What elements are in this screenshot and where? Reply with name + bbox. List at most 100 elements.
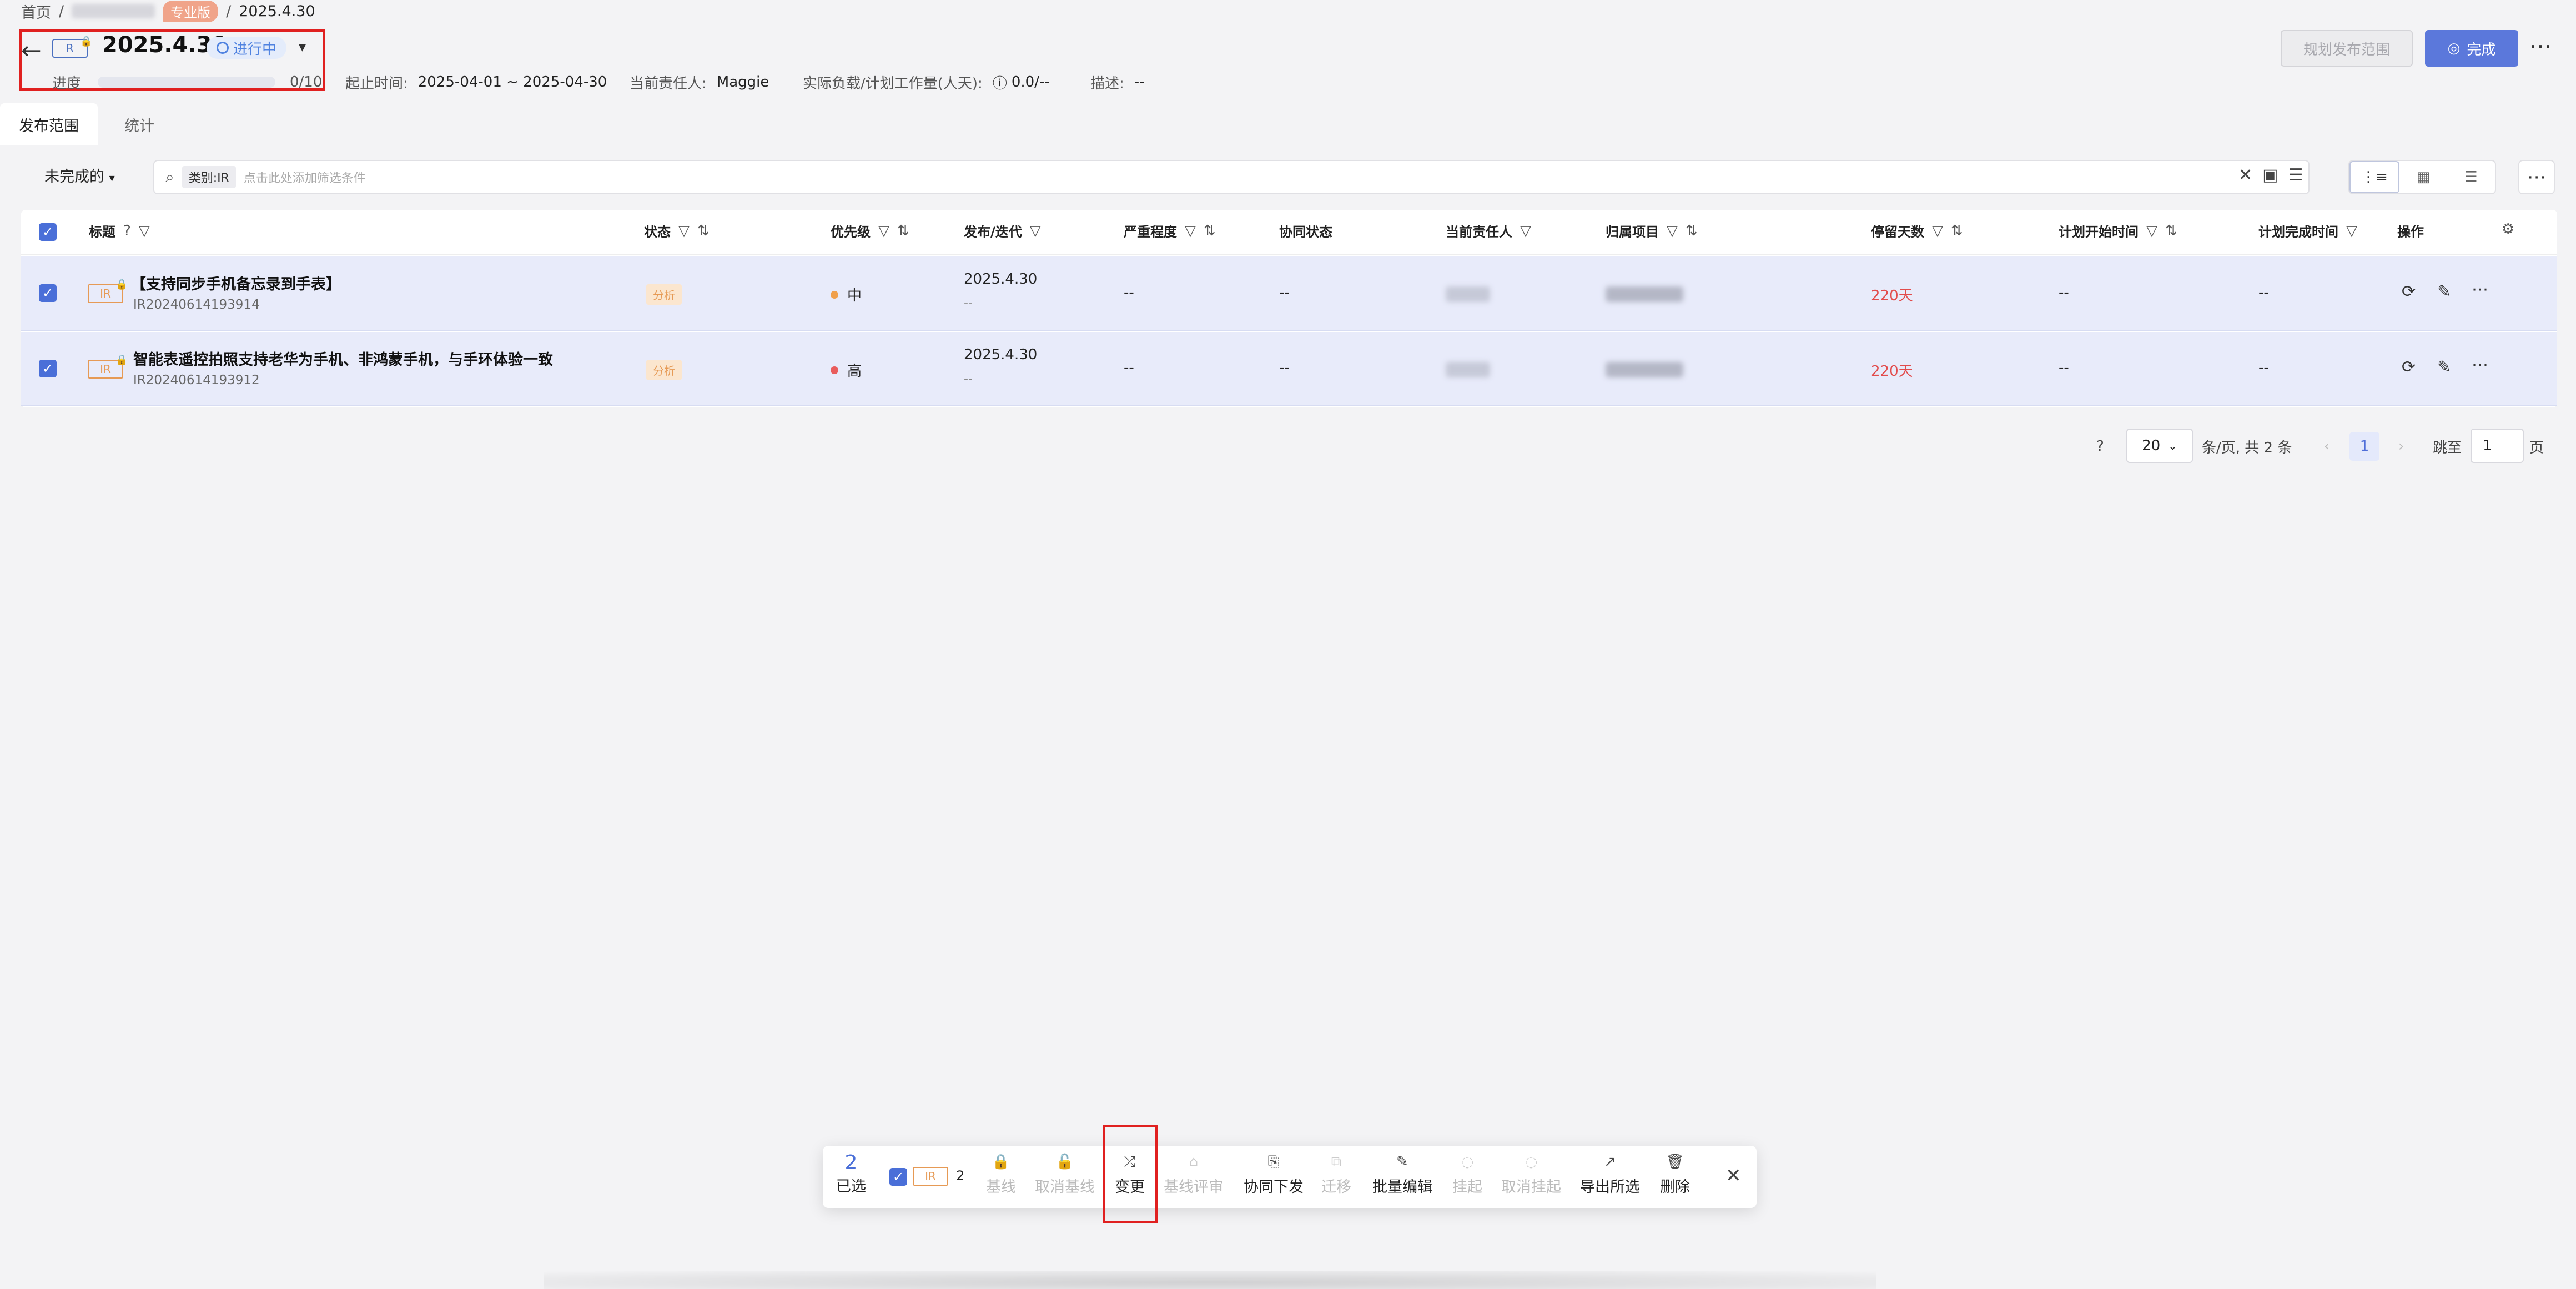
filter-icon[interactable]: ▽ <box>2346 223 2357 239</box>
complete-button[interactable]: ◎ 完成 <box>2425 30 2518 67</box>
cancel-baseline-button[interactable]: 🔓 取消基线 <box>1035 1154 1095 1196</box>
sort-icon[interactable]: ⇅ <box>1686 223 1698 239</box>
tab-statistics[interactable]: 统计 <box>105 103 173 145</box>
caret-down-icon: ▾ <box>109 171 115 184</box>
breadcrumb-home[interactable]: 首页 <box>21 1 51 22</box>
grid-view-icon[interactable]: ▦ <box>2399 161 2447 193</box>
help-icon: ⓘ <box>992 75 1007 92</box>
collab-dispatch-button[interactable]: ⎘ 协同下发 <box>1244 1154 1304 1196</box>
next-page-icon[interactable]: › <box>2398 429 2404 464</box>
export-selected-button[interactable]: ↗ 导出所选 <box>1580 1154 1640 1196</box>
migrate-label: 迁移 <box>1321 1179 1351 1196</box>
baseline-label: 基线 <box>986 1179 1016 1196</box>
export-selected-label: 导出所选 <box>1580 1179 1640 1196</box>
migrate-icon: ⧉ <box>1331 1154 1342 1170</box>
column-settings-icon[interactable]: ⚙ <box>2502 221 2514 238</box>
jump-page-input[interactable]: 1 <box>2471 429 2524 463</box>
page-unit: 页 <box>2529 439 2544 456</box>
sort-icon[interactable]: ⇅ <box>1204 223 1216 239</box>
search-icon: ⌕ <box>165 168 174 186</box>
filter-icon[interactable]: ▽ <box>1030 223 1041 239</box>
delete-label: 删除 <box>1660 1179 1690 1196</box>
filter-search-bar[interactable]: ⌕ 类别:IR 点击此处添加筛选条件 <box>153 160 2310 194</box>
filter-icon[interactable]: ▽ <box>139 223 150 239</box>
row-collab: -- <box>1279 284 1290 301</box>
col-priority: 优先级 ▽ ⇅ <box>831 221 909 240</box>
row-more-icon[interactable]: ⋯ <box>2472 280 2488 299</box>
collab-dispatch-label: 协同下发 <box>1244 1179 1304 1196</box>
col-release-label: 发布/迭代 <box>964 224 1022 240</box>
suspend-label: 挂起 <box>1452 1179 1482 1196</box>
migrate-button[interactable]: ⧉ 迁移 <box>1321 1154 1351 1196</box>
selected-count-label: 已选 <box>836 1178 866 1195</box>
edit-icon[interactable]: ✎ <box>2437 282 2451 301</box>
row-checkbox[interactable]: ✓ <box>39 284 57 302</box>
prev-page-icon[interactable]: ‹ <box>2324 429 2330 464</box>
suspend-button[interactable]: ◌ 挂起 <box>1452 1154 1482 1196</box>
row-checkbox[interactable]: ✓ <box>39 360 57 377</box>
filter-list-icon[interactable]: ☰ <box>2288 165 2303 185</box>
tab-release-scope[interactable]: 发布范围 <box>0 103 98 145</box>
col-title: 标题 ? ▽ <box>89 221 150 240</box>
row-release-sub: -- <box>964 296 973 310</box>
clear-icon[interactable]: ✕ <box>2238 165 2252 185</box>
sort-icon[interactable]: ⇅ <box>1951 223 1963 239</box>
save-filter-icon[interactable]: ▣ <box>2262 165 2278 185</box>
row-priority: 高 <box>831 360 862 380</box>
page-current[interactable]: 1 <box>2349 432 2379 461</box>
col-severity-label: 严重程度 <box>1124 224 1177 240</box>
priority-dot-icon <box>831 366 838 374</box>
baseline-review-button[interactable]: ⌂ 基线评审 <box>1164 1154 1224 1196</box>
col-plan-start: 计划开始时间 ▽ ⇅ <box>2059 221 2177 240</box>
plan-scope-button[interactable]: 规划发布范围 <box>2281 30 2413 67</box>
col-ops: 操作 <box>2397 221 2424 240</box>
filter-icon[interactable]: ▽ <box>878 223 889 239</box>
delete-button[interactable]: 🗑 删除 <box>1660 1154 1690 1196</box>
filter-icon[interactable]: ▽ <box>1520 223 1531 239</box>
filter-icon[interactable]: ▽ <box>2146 223 2157 239</box>
view-toggle: ⋮≡ ▦ ☰ <box>2348 160 2496 194</box>
row-plan-start: -- <box>2059 284 2069 301</box>
row-title[interactable]: 智能表遥控拍照支持老华为手机、非鸿蒙手机，与手环体验一致 <box>133 348 553 369</box>
close-icon[interactable]: ✕ <box>1725 1165 1742 1187</box>
filter-icon[interactable]: ▽ <box>678 223 690 239</box>
convert-icon[interactable]: ⟳ <box>2402 282 2416 301</box>
filter-icon[interactable]: ▽ <box>1185 223 1196 239</box>
incomplete-filter-dropdown[interactable]: 未完成的 ▾ <box>44 164 115 186</box>
row-release-sub: -- <box>964 372 973 386</box>
help-icon[interactable]: ? <box>123 223 131 239</box>
type-checkbox[interactable]: ✓ <box>889 1168 907 1186</box>
target-icon: ◎ <box>2447 40 2461 57</box>
gantt-view-icon[interactable]: ☰ <box>2447 161 2495 193</box>
baseline-button[interactable]: 🔒 基线 <box>986 1154 1016 1196</box>
selected-count: 2 已选 <box>836 1151 866 1196</box>
lock-icon: 🔒 <box>115 354 128 366</box>
edit-icon[interactable]: ✎ <box>2437 358 2451 377</box>
breadcrumb-project-blurred[interactable] <box>72 4 155 18</box>
select-all-checkbox[interactable]: ✓ <box>39 223 57 241</box>
row-title[interactable]: 【支持同步手机备忘录到手表】 <box>131 272 341 294</box>
sort-icon[interactable]: ⇅ <box>897 223 909 239</box>
col-release: 发布/迭代 ▽ <box>964 221 1041 240</box>
row-more-icon[interactable]: ⋯ <box>2472 355 2488 375</box>
page-size-select[interactable]: 20 ⌄ <box>2126 429 2193 463</box>
filter-icon[interactable]: ▽ <box>1667 223 1678 239</box>
more-actions-icon[interactable]: ⋯ <box>2529 33 2553 59</box>
desc-label: 描述: <box>1090 75 1124 92</box>
cancel-suspend-button[interactable]: ◌ 取消挂起 <box>1501 1154 1561 1196</box>
convert-icon[interactable]: ⟳ <box>2402 358 2416 377</box>
desc-meta: 描述: -- <box>1090 71 1145 93</box>
row-owner-blurred <box>1446 362 1490 377</box>
tree-view-icon[interactable]: ⋮≡ <box>2349 161 2399 193</box>
sort-icon[interactable]: ⇅ <box>2165 223 2177 239</box>
load-meta: 实际负载/计划工作量(人天): ⓘ 0.0/-- <box>803 71 1050 93</box>
pager-help-icon[interactable]: ? <box>2096 429 2104 464</box>
col-stay-label: 停留天数 <box>1871 224 1924 240</box>
sort-icon[interactable]: ⇅ <box>697 223 710 239</box>
row-release: 2025.4.30 <box>964 346 1038 363</box>
row-priority-label: 中 <box>847 288 862 304</box>
batch-edit-button[interactable]: ✎ 批量编辑 <box>1372 1154 1432 1196</box>
filter-icon[interactable]: ▽ <box>1932 223 1943 239</box>
list-more-icon[interactable]: ⋯ <box>2518 160 2555 194</box>
filter-chip-category[interactable]: 类别:IR <box>182 166 236 188</box>
